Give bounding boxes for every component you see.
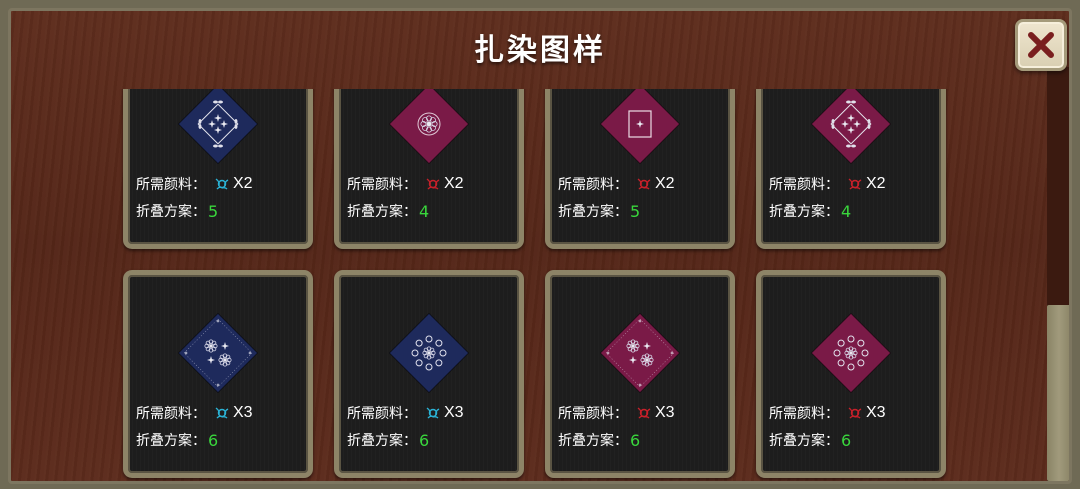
red-dye-icon <box>847 176 863 192</box>
pattern-grid[interactable]: 所需颜料： X2 折叠方案： 5 所需颜料： X2 折叠方案： 4 所需颜料： X2 折叠方案：… <box>11 89 1047 481</box>
dye-count: X3 <box>866 404 886 421</box>
dye-label: 所需颜料： <box>769 406 839 422</box>
dye-requirement-row: 所需颜料： X2 <box>347 174 464 194</box>
dye-label: 所需颜料： <box>769 177 839 193</box>
panel-title: 扎染图样 <box>474 33 606 68</box>
red-dye-icon <box>636 405 652 421</box>
fold-label: 折叠方案： <box>558 204 628 220</box>
fold-scheme-row: 折叠方案： 4 <box>769 201 851 221</box>
dye-count: X2 <box>655 175 675 192</box>
fold-label: 折叠方案： <box>769 204 839 220</box>
dye-count: X2 <box>233 175 253 192</box>
dye-count: X2 <box>444 175 464 192</box>
fold-count: 5 <box>630 201 641 221</box>
dye-requirement-row: 所需颜料： X3 <box>136 403 253 423</box>
fold-count: 6 <box>419 430 430 450</box>
fold-scheme-row: 折叠方案： 6 <box>136 430 218 450</box>
fold-label: 折叠方案： <box>136 433 206 449</box>
magenta-butterflies-pattern-image <box>810 89 892 165</box>
dye-count: X3 <box>655 404 675 421</box>
magenta-medallion-pattern-image <box>388 89 470 165</box>
cyan-dye-icon <box>425 405 441 421</box>
indigo-rosette-pattern-image <box>388 312 470 394</box>
dye-requirement-row: 所需颜料： X2 <box>769 174 886 194</box>
fold-scheme-row: 折叠方案： 4 <box>347 201 429 221</box>
magenta-frame-pattern-image <box>599 89 681 165</box>
fold-label: 折叠方案： <box>558 433 628 449</box>
indigo-butterflies-pattern-image <box>177 89 259 165</box>
fold-count: 4 <box>841 201 852 221</box>
dye-requirement-row: 所需颜料： X3 <box>558 403 675 423</box>
pattern-card[interactable]: 所需颜料： X3 折叠方案： 6 <box>756 270 946 478</box>
fold-label: 折叠方案： <box>769 433 839 449</box>
dye-requirement-row: 所需颜料： X2 <box>558 174 675 194</box>
dye-count: X2 <box>866 175 886 192</box>
dye-label: 所需颜料： <box>558 177 628 193</box>
pattern-panel: 扎染图样 所需颜料： X2 折叠方案： 5 所需颜料： X2 折叠方案： 4 所需颜料： X2… <box>8 8 1072 484</box>
close-icon <box>1028 32 1054 58</box>
pattern-card[interactable]: 所需颜料： X2 折叠方案： 4 <box>756 89 946 249</box>
red-dye-icon <box>425 176 441 192</box>
red-dye-icon <box>847 405 863 421</box>
fold-count: 6 <box>841 430 852 450</box>
scrollbar-thumb[interactable] <box>1047 305 1069 481</box>
red-dye-icon <box>636 176 652 192</box>
pattern-card[interactable]: 所需颜料： X3 折叠方案： 6 <box>334 270 524 478</box>
dye-label: 所需颜料： <box>558 406 628 422</box>
fold-label: 折叠方案： <box>347 433 417 449</box>
dye-label: 所需颜料： <box>347 406 417 422</box>
cyan-dye-icon <box>214 405 230 421</box>
fold-scheme-row: 折叠方案： 6 <box>347 430 429 450</box>
pattern-card[interactable]: 所需颜料： X2 折叠方案： 5 <box>123 89 313 249</box>
fold-label: 折叠方案： <box>347 204 417 220</box>
dye-label: 所需颜料： <box>347 177 417 193</box>
magenta-flowers-corners-pattern-image <box>599 312 681 394</box>
fold-count: 4 <box>419 201 430 221</box>
fold-scheme-row: 折叠方案： 6 <box>769 430 851 450</box>
pattern-card[interactable]: 所需颜料： X3 折叠方案： 6 <box>123 270 313 478</box>
pattern-card[interactable]: 所需颜料： X2 折叠方案： 4 <box>334 89 524 249</box>
fold-count: 5 <box>208 201 219 221</box>
pattern-card[interactable]: 所需颜料： X2 折叠方案： 5 <box>545 89 735 249</box>
dye-requirement-row: 所需颜料： X3 <box>769 403 886 423</box>
fold-count: 6 <box>208 430 219 450</box>
indigo-flowers-corners-pattern-image <box>177 312 259 394</box>
dye-count: X3 <box>233 404 253 421</box>
pattern-card[interactable]: 所需颜料： X3 折叠方案： 6 <box>545 270 735 478</box>
fold-scheme-row: 折叠方案： 6 <box>558 430 640 450</box>
dye-requirement-row: 所需颜料： X3 <box>347 403 464 423</box>
fold-count: 6 <box>630 430 641 450</box>
close-button[interactable] <box>1015 19 1067 71</box>
fold-label: 折叠方案： <box>136 204 206 220</box>
fold-scheme-row: 折叠方案： 5 <box>136 201 218 221</box>
magenta-rosette-pattern-image <box>810 312 892 394</box>
cyan-dye-icon <box>214 176 230 192</box>
dye-requirement-row: 所需颜料： X2 <box>136 174 253 194</box>
dye-label: 所需颜料： <box>136 177 206 193</box>
fold-scheme-row: 折叠方案： 5 <box>558 201 640 221</box>
dye-label: 所需颜料： <box>136 406 206 422</box>
dye-count: X3 <box>444 404 464 421</box>
